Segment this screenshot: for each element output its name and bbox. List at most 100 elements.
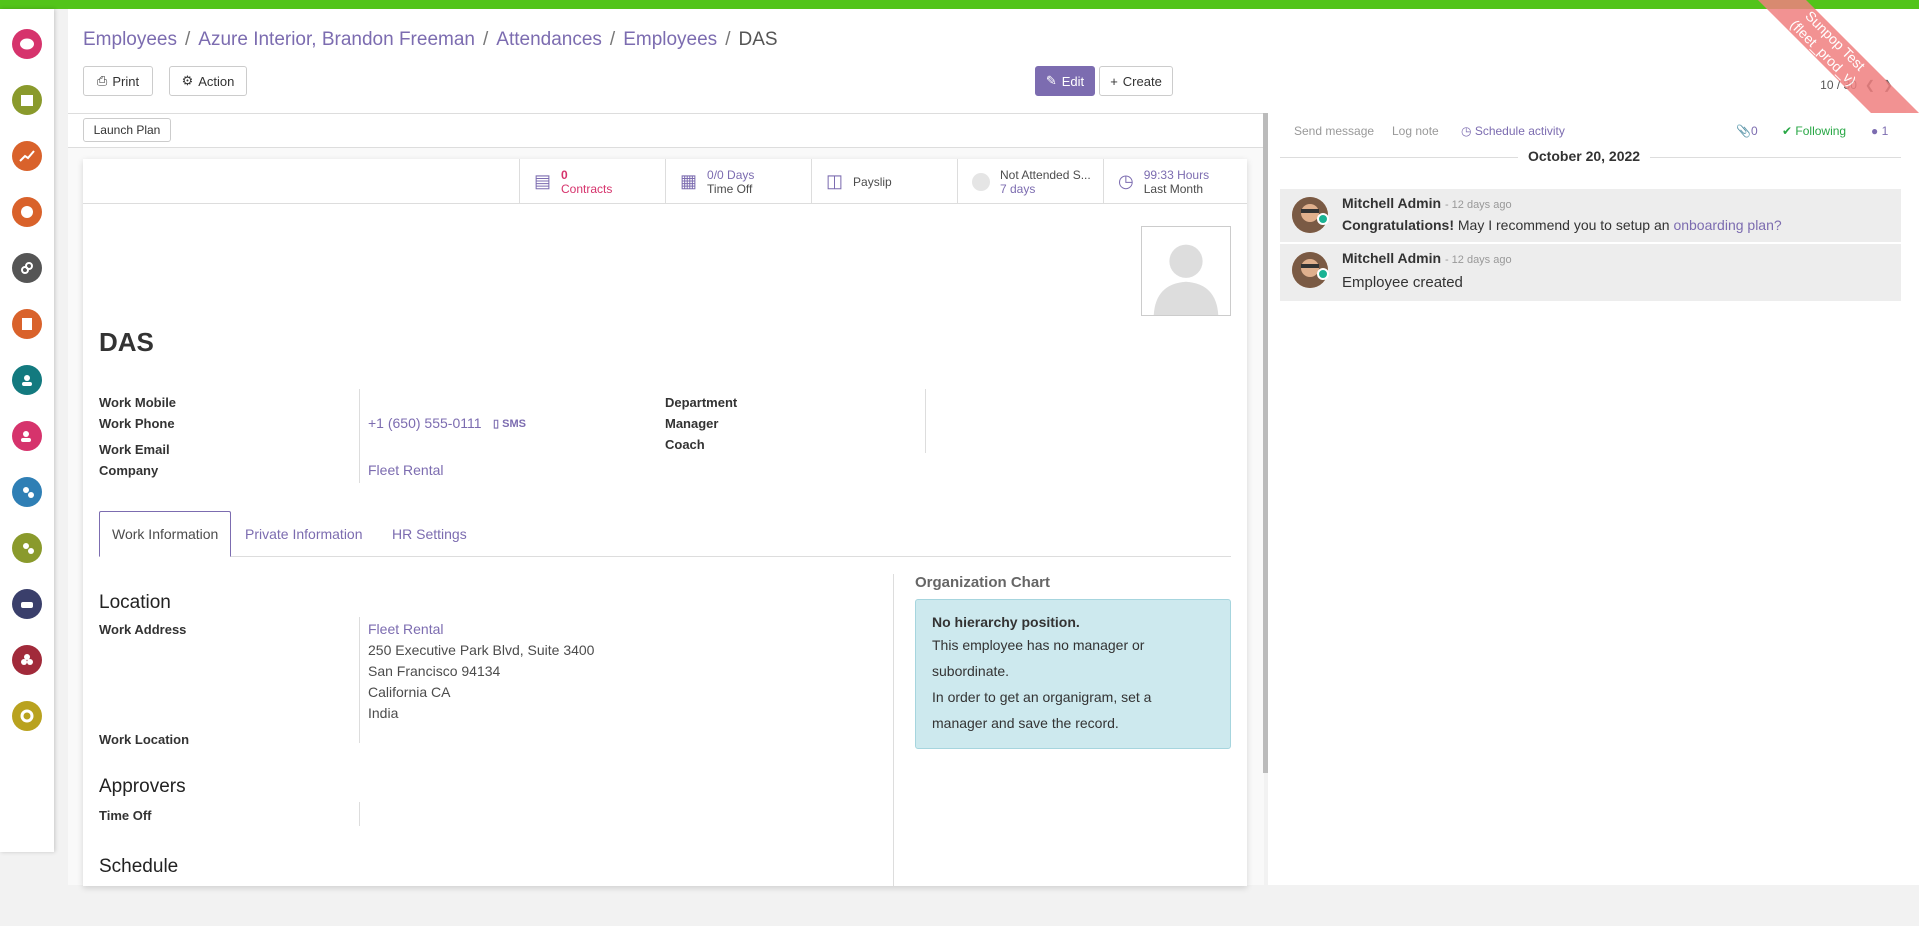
- settings-app-icon[interactable]: [12, 701, 42, 731]
- print-label: Print: [112, 73, 140, 89]
- followers-button[interactable]: ● 1: [1871, 124, 1888, 138]
- check-icon: ✔: [1782, 124, 1793, 138]
- tab-hr-settings[interactable]: HR Settings: [380, 511, 479, 557]
- coach-label: Coach: [665, 437, 705, 452]
- user-icon: ●: [1871, 124, 1879, 138]
- website-app-icon[interactable]: [12, 197, 42, 227]
- address-divider: [359, 617, 360, 743]
- contracts-smart-button[interactable]: ▤ 0 Contracts: [519, 159, 665, 204]
- schedule-section-title: Schedule: [99, 856, 179, 877]
- link-app-icon[interactable]: [12, 253, 42, 283]
- breadcrumb-employees-2[interactable]: Employees: [623, 29, 717, 50]
- work-address-name[interactable]: Fleet Rental: [368, 621, 443, 637]
- schedule-activity-button[interactable]: ◷ Schedule activity: [1461, 124, 1565, 138]
- address-line-3: California CA: [368, 684, 451, 700]
- fleet-app-icon[interactable]: [12, 589, 42, 619]
- column-divider: [893, 574, 894, 886]
- print-button[interactable]: ⎙ Print: [83, 66, 153, 96]
- money-icon: ◫: [826, 171, 844, 191]
- contracts-count: 0: [561, 167, 568, 182]
- contracts-label: Contracts: [561, 181, 613, 196]
- tab-private-information[interactable]: Private Information: [233, 511, 375, 557]
- chatter-message: Mitchell Admin - 12 days ago Employee cr…: [1280, 244, 1901, 301]
- org-chart-heading: No hierarchy position.: [932, 614, 1080, 630]
- edit-button[interactable]: ✎ Edit: [1035, 66, 1095, 96]
- hours-smart-button[interactable]: ◷ 99:33 Hours Last Month: [1103, 159, 1247, 204]
- company-value[interactable]: Fleet Rental: [368, 462, 443, 478]
- chatter-message: Mitchell Admin - 12 days ago Congratulat…: [1280, 189, 1901, 242]
- following-button[interactable]: ✔ Following: [1782, 124, 1846, 138]
- attendances-app-icon[interactable]: [12, 477, 42, 507]
- work-phone-value[interactable]: +1 (650) 555-0111: [368, 415, 482, 431]
- hours-label: Last Month: [1143, 181, 1204, 196]
- followers-count: 1: [1881, 124, 1889, 138]
- hours-value: 99:33 Hours: [1143, 167, 1210, 182]
- org-chart-title: Organization Chart: [915, 574, 1051, 591]
- log-note-button[interactable]: Log note: [1392, 124, 1439, 138]
- send-message-button[interactable]: Send message: [1294, 124, 1374, 138]
- payslip-label: Payslip: [853, 174, 892, 189]
- time-off-smart-button[interactable]: ▦ 0/0 Days Time Off: [665, 159, 811, 204]
- time-off-value: 0/0 Days: [707, 167, 755, 182]
- avatar-placeholder-icon: [1153, 244, 1219, 315]
- message-author[interactable]: Mitchell Admin: [1342, 250, 1441, 266]
- onboarding-plan-link[interactable]: onboarding plan?: [1673, 217, 1781, 233]
- attendance-status: Not Attended S...: [1000, 167, 1091, 182]
- time-off-approver-label: Time Off: [99, 808, 152, 823]
- form-statusbar: Launch Plan: [68, 114, 1264, 148]
- message-body: Congratulations! May I recommend you to …: [1342, 217, 1782, 233]
- employee-photo[interactable]: [1141, 226, 1231, 316]
- org-chart-line-4: manager and save the record.: [932, 715, 1119, 731]
- breadcrumb-employees[interactable]: Employees: [83, 29, 177, 50]
- sms-label: SMS: [502, 418, 526, 430]
- edit-label: Edit: [1061, 73, 1085, 89]
- create-button[interactable]: + Create: [1099, 66, 1173, 96]
- message-author[interactable]: Mitchell Admin: [1342, 195, 1441, 211]
- department-label: Department: [665, 395, 738, 410]
- create-label: Create: [1122, 73, 1162, 89]
- manager-label: Manager: [665, 416, 719, 431]
- control-panel: Employees / Azure Interior, Brandon Freema…: [68, 9, 1919, 113]
- plus-icon: +: [1110, 73, 1118, 89]
- smart-buttons: ▤ 0 Contracts ▦ 0/0 Days Time Off ◫ Paysli…: [83, 159, 1247, 204]
- online-status-icon: [1317, 268, 1329, 280]
- contracts-app-icon[interactable]: [12, 421, 42, 451]
- action-label: Action: [198, 73, 235, 89]
- form-view: Launch Plan ▤ 0 Contracts ▦ 0/0 Days Time …: [68, 113, 1264, 886]
- message-time: - 12 days ago: [1444, 254, 1512, 266]
- breadcrumb: Employees / Azure Interior, Brandon Freema…: [83, 29, 778, 50]
- following-label: Following: [1795, 124, 1847, 138]
- breadcrumb-current: DAS: [738, 29, 778, 50]
- time-off-label: Time Off: [707, 181, 753, 196]
- discuss-app-icon[interactable]: [12, 29, 42, 59]
- sms-button[interactable]: ▯ SMS: [493, 417, 526, 430]
- invoicing-app-icon[interactable]: [12, 309, 42, 339]
- work-location-label: Work Location: [99, 732, 190, 747]
- time-off-app-icon[interactable]: [12, 533, 42, 563]
- calendar-app-icon[interactable]: [12, 85, 42, 115]
- clock-icon: ◷: [1118, 171, 1134, 191]
- action-button[interactable]: ⚙ Action: [169, 66, 247, 96]
- address-line-4: India: [368, 705, 399, 721]
- dashboard-app-icon[interactable]: [12, 141, 42, 171]
- book-icon: ▤: [534, 171, 552, 191]
- launch-plan-button[interactable]: Launch Plan: [83, 118, 171, 142]
- apps-app-icon[interactable]: [12, 645, 42, 675]
- approver-divider: [359, 802, 360, 826]
- app-sidebar: [0, 9, 54, 852]
- attachments-button[interactable]: 📎0: [1736, 124, 1758, 138]
- breadcrumb-company[interactable]: Azure Interior, Brandon Freeman: [198, 29, 475, 50]
- mobile-icon: ▯: [493, 418, 500, 430]
- message-header: Mitchell Admin - 12 days ago: [1342, 250, 1512, 266]
- work-mobile-label: Work Mobile: [99, 395, 177, 410]
- breadcrumb-attendances[interactable]: Attendances: [496, 29, 602, 50]
- status-dot-icon: [972, 172, 990, 191]
- employee-name[interactable]: DAS: [99, 327, 154, 358]
- tab-work-information[interactable]: Work Information: [99, 511, 232, 557]
- attendance-smart-button[interactable]: Not Attended S... 7 days: [957, 159, 1103, 204]
- message-header: Mitchell Admin - 12 days ago: [1342, 195, 1512, 211]
- payslip-smart-button[interactable]: ◫ Payslip: [811, 159, 957, 204]
- schedule-activity-label: Schedule activity: [1474, 124, 1565, 138]
- employees-app-icon[interactable]: [12, 365, 42, 395]
- work-address-label: Work Address: [99, 622, 187, 637]
